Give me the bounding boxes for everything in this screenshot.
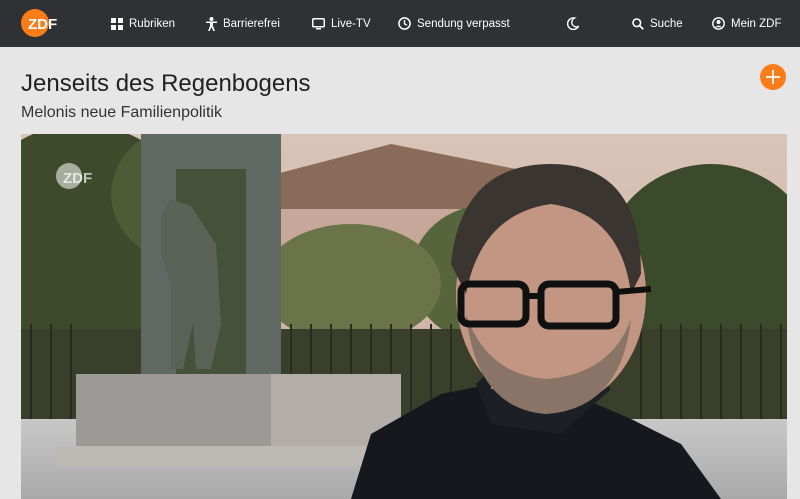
theme-toggle-button[interactable] [567, 0, 579, 47]
search-icon [632, 17, 644, 30]
user-circle-icon [712, 17, 725, 30]
plus-icon [766, 70, 780, 84]
tv-icon [312, 17, 325, 29]
accessibility-icon [206, 16, 217, 31]
moon-icon [567, 17, 579, 30]
nav-sendung-verpasst-label: Sendung verpasst [417, 17, 510, 30]
mein-zdf-button[interactable]: Mein ZDF [712, 0, 781, 47]
nav-barrierefrei[interactable]: Barrierefrei [206, 0, 280, 47]
nav-barrierefrei-label: Barrierefrei [223, 17, 280, 30]
video-frame: ZDF [21, 134, 787, 499]
nav-rubriken-label: Rubriken [129, 17, 176, 30]
nav-rubriken[interactable]: Rubriken [111, 0, 175, 47]
nav-sendung-verpasst[interactable]: Sendung verpasst [398, 0, 510, 47]
clock-icon [398, 17, 411, 30]
logo-text: ZDF [28, 16, 57, 33]
zdf-logo[interactable]: ZDF [21, 9, 67, 37]
grid-icon [111, 17, 123, 30]
search-button[interactable]: Suche [632, 0, 683, 47]
mein-zdf-label: Mein ZDF [731, 17, 782, 30]
search-label: Suche [650, 17, 683, 30]
video-player[interactable]: ZDF [21, 134, 787, 499]
add-to-list-button[interactable] [760, 64, 786, 90]
page-title: Jenseits des Regenbogens [21, 70, 311, 97]
page-subtitle: Melonis neue Familienpolitik [21, 104, 222, 121]
top-navigation-bar: ZDF Rubriken Barrierefrei Live-TV Sendun… [0, 0, 800, 47]
video-watermark: ZDF [63, 170, 92, 187]
nav-live-tv-label: Live-TV [331, 17, 371, 30]
nav-live-tv[interactable]: Live-TV [312, 0, 371, 47]
